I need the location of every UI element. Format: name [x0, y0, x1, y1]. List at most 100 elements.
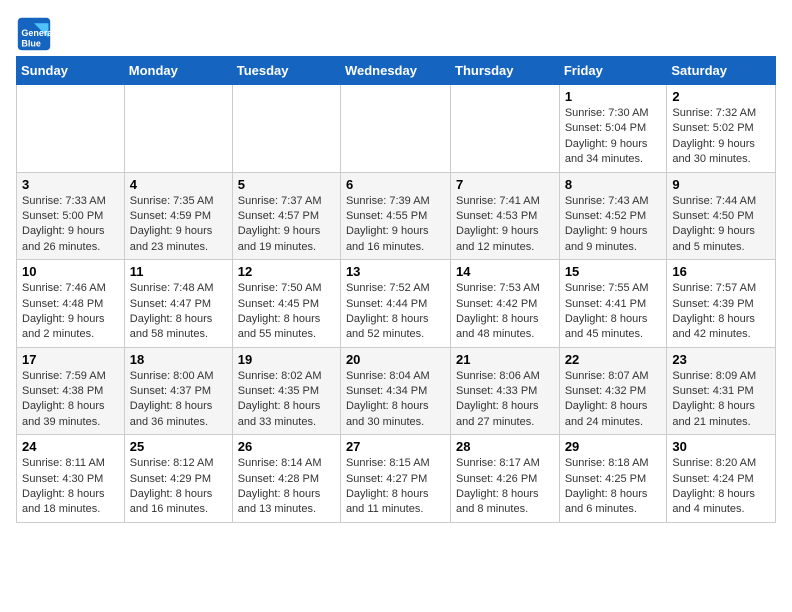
calendar-cell: 13 Sunrise: 7:52 AM Sunset: 4:44 PM Dayli… — [340, 260, 450, 348]
calendar-cell: 8 Sunrise: 7:43 AM Sunset: 4:52 PM Daylig… — [559, 172, 667, 260]
calendar-cell: 24 Sunrise: 8:11 AM Sunset: 4:30 PM Dayli… — [17, 435, 125, 523]
day-number: 26 — [238, 439, 335, 454]
day-header-monday: Monday — [124, 57, 232, 85]
calendar-cell: 4 Sunrise: 7:35 AM Sunset: 4:59 PM Daylig… — [124, 172, 232, 260]
day-info: Sunrise: 7:43 AM Sunset: 4:52 PM Dayligh… — [565, 194, 662, 256]
day-info: Sunrise: 8:15 AM Sunset: 4:27 PM Dayligh… — [346, 456, 445, 518]
calendar-cell — [17, 85, 125, 173]
day-number: 14 — [456, 264, 554, 279]
calendar-cell: 27 Sunrise: 8:15 AM Sunset: 4:27 PM Dayli… — [340, 435, 450, 523]
day-info: Sunrise: 7:39 AM Sunset: 4:55 PM Dayligh… — [346, 194, 445, 256]
day-number: 8 — [565, 177, 662, 192]
day-header-tuesday: Tuesday — [232, 57, 340, 85]
day-number: 23 — [672, 352, 770, 367]
day-header-saturday: Saturday — [667, 57, 776, 85]
calendar-cell: 5 Sunrise: 7:37 AM Sunset: 4:57 PM Daylig… — [232, 172, 340, 260]
calendar-cell — [232, 85, 340, 173]
day-number: 17 — [22, 352, 119, 367]
day-number: 10 — [22, 264, 119, 279]
calendar-cell: 29 Sunrise: 8:18 AM Sunset: 4:25 PM Dayli… — [559, 435, 667, 523]
day-info: Sunrise: 8:04 AM Sunset: 4:34 PM Dayligh… — [346, 369, 445, 431]
calendar-cell: 6Sunrise: 7:39 AM Sunset: 4:55 PM Daylig… — [340, 172, 450, 260]
day-number: 24 — [22, 439, 119, 454]
day-number: 3 — [22, 177, 119, 192]
calendar-cell: 3Sunrise: 7:33 AM Sunset: 5:00 PM Daylig… — [17, 172, 125, 260]
day-number: 25 — [130, 439, 227, 454]
logo-icon: General Blue — [16, 16, 52, 52]
day-number: 21 — [456, 352, 554, 367]
calendar-cell: 16 Sunrise: 7:57 AM Sunset: 4:39 PM Dayli… — [667, 260, 776, 348]
calendar-cell — [340, 85, 450, 173]
day-info: Sunrise: 7:57 AM Sunset: 4:39 PM Dayligh… — [672, 281, 770, 343]
day-info: Sunrise: 7:52 AM Sunset: 4:44 PM Dayligh… — [346, 281, 445, 343]
calendar-table: SundayMondayTuesdayWednesdayThursdayFrid… — [16, 56, 776, 523]
day-number: 20 — [346, 352, 445, 367]
calendar-cell: 28 Sunrise: 8:17 AM Sunset: 4:26 PM Dayli… — [451, 435, 560, 523]
day-header-sunday: Sunday — [17, 57, 125, 85]
day-info: Sunrise: 7:55 AM Sunset: 4:41 PM Dayligh… — [565, 281, 662, 343]
calendar-cell: 18 Sunrise: 8:00 AM Sunset: 4:37 PM Dayli… — [124, 347, 232, 435]
logo: General Blue — [16, 16, 56, 52]
calendar-cell — [124, 85, 232, 173]
day-info: Sunrise: 8:07 AM Sunset: 4:32 PM Dayligh… — [565, 369, 662, 431]
day-info: Sunrise: 7:35 AM Sunset: 4:59 PM Dayligh… — [130, 194, 227, 256]
day-number: 15 — [565, 264, 662, 279]
calendar-cell: 7 Sunrise: 7:41 AM Sunset: 4:53 PM Daylig… — [451, 172, 560, 260]
day-info: Sunrise: 7:46 AM Sunset: 4:48 PM Dayligh… — [22, 281, 119, 343]
day-header-friday: Friday — [559, 57, 667, 85]
day-number: 28 — [456, 439, 554, 454]
day-info: Sunrise: 7:44 AM Sunset: 4:50 PM Dayligh… — [672, 194, 770, 256]
calendar-cell: 1Sunrise: 7:30 AM Sunset: 5:04 PM Daylig… — [559, 85, 667, 173]
day-info: Sunrise: 8:02 AM Sunset: 4:35 PM Dayligh… — [238, 369, 335, 431]
day-header-wednesday: Wednesday — [340, 57, 450, 85]
day-info: Sunrise: 7:30 AM Sunset: 5:04 PM Dayligh… — [565, 106, 662, 168]
day-number: 22 — [565, 352, 662, 367]
day-number: 11 — [130, 264, 227, 279]
day-number: 18 — [130, 352, 227, 367]
calendar-cell — [451, 85, 560, 173]
day-number: 7 — [456, 177, 554, 192]
svg-text:Blue: Blue — [21, 39, 41, 49]
day-info: Sunrise: 7:48 AM Sunset: 4:47 PM Dayligh… — [130, 281, 227, 343]
day-number: 2 — [672, 89, 770, 104]
day-info: Sunrise: 8:17 AM Sunset: 4:26 PM Dayligh… — [456, 456, 554, 518]
calendar-cell: 21Sunrise: 8:06 AM Sunset: 4:33 PM Dayli… — [451, 347, 560, 435]
day-number: 16 — [672, 264, 770, 279]
calendar-cell: 12 Sunrise: 7:50 AM Sunset: 4:45 PM Dayli… — [232, 260, 340, 348]
page-header: General Blue — [16, 16, 776, 52]
day-info: Sunrise: 8:00 AM Sunset: 4:37 PM Dayligh… — [130, 369, 227, 431]
day-number: 29 — [565, 439, 662, 454]
calendar-cell: 15 Sunrise: 7:55 AM Sunset: 4:41 PM Dayli… — [559, 260, 667, 348]
day-info: Sunrise: 8:18 AM Sunset: 4:25 PM Dayligh… — [565, 456, 662, 518]
day-number: 19 — [238, 352, 335, 367]
day-info: Sunrise: 7:59 AM Sunset: 4:38 PM Dayligh… — [22, 369, 119, 431]
day-header-thursday: Thursday — [451, 57, 560, 85]
day-info: Sunrise: 7:50 AM Sunset: 4:45 PM Dayligh… — [238, 281, 335, 343]
day-info: Sunrise: 8:11 AM Sunset: 4:30 PM Dayligh… — [22, 456, 119, 518]
day-number: 9 — [672, 177, 770, 192]
svg-text:General: General — [21, 28, 52, 38]
calendar-cell: 11 Sunrise: 7:48 AM Sunset: 4:47 PM Dayli… — [124, 260, 232, 348]
calendar-cell: 14 Sunrise: 7:53 AM Sunset: 4:42 PM Dayli… — [451, 260, 560, 348]
day-info: Sunrise: 7:37 AM Sunset: 4:57 PM Dayligh… — [238, 194, 335, 256]
calendar-cell: 22 Sunrise: 8:07 AM Sunset: 4:32 PM Dayli… — [559, 347, 667, 435]
calendar-cell: 2 Sunrise: 7:32 AM Sunset: 5:02 PM Daylig… — [667, 85, 776, 173]
calendar-cell: 17 Sunrise: 7:59 AM Sunset: 4:38 PM Dayli… — [17, 347, 125, 435]
day-number: 27 — [346, 439, 445, 454]
calendar-cell: 25 Sunrise: 8:12 AM Sunset: 4:29 PM Dayli… — [124, 435, 232, 523]
day-info: Sunrise: 8:09 AM Sunset: 4:31 PM Dayligh… — [672, 369, 770, 431]
calendar-cell: 30Sunrise: 8:20 AM Sunset: 4:24 PM Dayli… — [667, 435, 776, 523]
day-info: Sunrise: 8:12 AM Sunset: 4:29 PM Dayligh… — [130, 456, 227, 518]
day-info: Sunrise: 7:32 AM Sunset: 5:02 PM Dayligh… — [672, 106, 770, 168]
calendar-cell: 10 Sunrise: 7:46 AM Sunset: 4:48 PM Dayli… — [17, 260, 125, 348]
calendar-cell: 9 Sunrise: 7:44 AM Sunset: 4:50 PM Daylig… — [667, 172, 776, 260]
calendar-cell: 20 Sunrise: 8:04 AM Sunset: 4:34 PM Dayli… — [340, 347, 450, 435]
day-number: 13 — [346, 264, 445, 279]
day-number: 5 — [238, 177, 335, 192]
day-number: 12 — [238, 264, 335, 279]
day-info: Sunrise: 8:14 AM Sunset: 4:28 PM Dayligh… — [238, 456, 335, 518]
day-info: Sunrise: 7:41 AM Sunset: 4:53 PM Dayligh… — [456, 194, 554, 256]
calendar-cell: 26 Sunrise: 8:14 AM Sunset: 4:28 PM Dayli… — [232, 435, 340, 523]
day-info: Sunrise: 7:53 AM Sunset: 4:42 PM Dayligh… — [456, 281, 554, 343]
day-number: 4 — [130, 177, 227, 192]
